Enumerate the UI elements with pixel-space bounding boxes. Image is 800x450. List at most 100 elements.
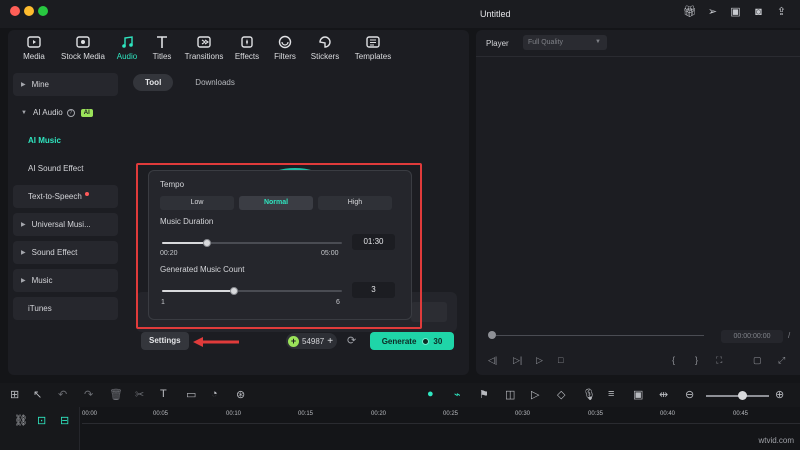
timecode-separator: / (788, 331, 791, 340)
tab-titles[interactable]: Titles (146, 30, 178, 68)
snap-icon[interactable]: ⌁ (454, 388, 461, 401)
delete-icon[interactable]: 🗑︎ (109, 388, 123, 401)
sidebar-item-mine[interactable]: ▶ Mine (13, 73, 118, 96)
tab-effects[interactable]: Effects (230, 30, 264, 68)
tick-label: 00:30 (515, 411, 531, 417)
player-divider (476, 56, 800, 57)
pip-icon[interactable]: ▣ (633, 388, 643, 401)
add-credits-icon[interactable]: + (327, 336, 333, 347)
gift-icon[interactable]: 🎁︎ (683, 6, 697, 19)
step-back-icon[interactable]: ◁| (488, 355, 497, 366)
play-reverse-icon[interactable]: ▷| (513, 355, 522, 366)
sidebar-item-label: Universal Musi... (31, 220, 91, 229)
fit-icon[interactable]: ⛶ (716, 355, 722, 366)
speed-icon[interactable]: ◔ (211, 388, 218, 400)
playback-progress[interactable] (496, 335, 704, 336)
audio-icon (122, 36, 133, 48)
cut-icon[interactable]: ✂ (135, 388, 144, 401)
tab-templates-label: Templates (354, 52, 392, 61)
split-icon[interactable]: ⇹ (659, 388, 668, 401)
select-tool-icon[interactable]: ↖ (33, 388, 42, 401)
chevron-down-icon: ▼ (595, 39, 601, 45)
playhead-handle[interactable] (488, 331, 496, 339)
tab-stickers[interactable]: Stickers (306, 30, 344, 68)
templates-icon (366, 36, 380, 48)
timeline-ruler[interactable] (0, 407, 800, 450)
microphone-icon[interactable]: 🎙︎ (582, 388, 596, 401)
undo-icon[interactable]: ↶ (58, 388, 67, 401)
credits-badge[interactable]: + 54987 + (286, 333, 338, 349)
export-icon[interactable]: ⇪ (775, 6, 788, 19)
timecode: 00:00:00:00 (721, 330, 783, 343)
fullscreen-icon[interactable]: ⤢ (778, 355, 785, 366)
watermark: wtvid.com (758, 436, 794, 445)
tab-audio-label: Audio (116, 52, 138, 61)
pointer-arrow (193, 337, 239, 347)
sidebar-item-ai-audio[interactable]: ▼ AI Audio? AI (13, 101, 118, 124)
tick-label: 00:05 (153, 411, 169, 417)
effects-icon (241, 36, 253, 48)
zoom-in-icon[interactable]: ⊕ (775, 388, 784, 401)
ai-tool-icon[interactable]: ⊛ (236, 388, 245, 401)
tick-label: 00:40 (660, 411, 676, 417)
sidebar-item-sound-effect[interactable]: ▶ Sound Effect (13, 241, 118, 264)
send-icon[interactable]: ➢ (706, 6, 719, 19)
save-icon[interactable]: ▣ (729, 6, 742, 19)
marker-icon[interactable]: ⚑ (479, 388, 489, 401)
stickers-icon (319, 36, 331, 48)
caption-icon[interactable]: ⊟ (60, 414, 69, 427)
tab-templates[interactable]: Templates (348, 30, 398, 68)
tick-label: 00:20 (371, 411, 387, 417)
generate-button[interactable]: Generate 30 (370, 332, 454, 350)
caret-right-icon: ▶ (21, 278, 26, 284)
tab-transitions[interactable]: Transitions (182, 30, 226, 68)
snapshot-icon[interactable]: ▢ (753, 355, 762, 366)
auto-beat-icon[interactable]: ▷ (531, 388, 539, 401)
settings-button[interactable]: Settings (141, 332, 189, 350)
maximize-window-button[interactable] (38, 6, 48, 16)
main-tabs: Media Stock Media Audio Titles Transitio… (8, 30, 469, 68)
sidebar-item-ai-sound-effect[interactable]: AI Sound Effect (13, 157, 118, 180)
close-window-button[interactable] (10, 6, 20, 16)
tab-media[interactable]: Media (14, 30, 54, 68)
sidebar-item-label: iTunes (28, 304, 52, 313)
sidebar-item-ai-music[interactable]: AI Music (13, 129, 118, 152)
audio-sidebar: ▶ Mine ▼ AI Audio? AI AI Music AI Sound Eff… (13, 73, 118, 325)
sidebar-item-universal-music[interactable]: ▶ Universal Musi... (13, 213, 118, 236)
mark-in-icon[interactable]: { (672, 355, 675, 365)
quality-select[interactable]: Full Quality ▼ (523, 35, 607, 50)
voiceover-icon[interactable]: ◫ (505, 388, 515, 401)
tab-titles-label: Titles (152, 52, 172, 61)
tab-media-label: Media (23, 52, 45, 61)
camera-icon[interactable]: ◙ (752, 6, 765, 19)
mark-out-icon[interactable]: } (695, 355, 698, 365)
zoom-out-icon[interactable]: ⊖ (685, 388, 694, 401)
magnet-icon[interactable]: ⊡ (37, 414, 46, 427)
record-icon[interactable]: ● (427, 388, 434, 400)
tab-stock-media[interactable]: Stock Media (58, 30, 108, 68)
tab-audio[interactable]: Audio (112, 30, 142, 68)
shield-icon[interactable]: ◇ (557, 388, 565, 401)
redo-icon[interactable]: ↷ (84, 388, 93, 401)
stop-icon[interactable]: □ (558, 355, 563, 365)
mixer-icon[interactable]: ≡ (608, 388, 614, 400)
minimize-window-button[interactable] (24, 6, 34, 16)
subtab-downloads[interactable]: Downloads (183, 74, 247, 91)
refresh-icon[interactable]: ⟳ (347, 334, 356, 347)
coin-icon (422, 337, 430, 345)
sidebar-item-text-to-speech[interactable]: Text-to-Speech (13, 185, 118, 208)
help-icon[interactable]: ? (66, 108, 75, 117)
tab-filters[interactable]: Filters (268, 30, 302, 68)
crop-icon[interactable]: ▭ (186, 388, 196, 401)
project-title: Untitled (480, 9, 511, 19)
sidebar-item-music[interactable]: ▶ Music (13, 269, 118, 292)
tab-stickers-label: Stickers (310, 52, 340, 61)
layout-icon[interactable]: ⊞ (10, 388, 19, 401)
play-icon[interactable]: ▷ (536, 355, 543, 366)
caret-right-icon: ▶ (21, 222, 26, 228)
zoom-slider-thumb[interactable] (738, 391, 747, 400)
sidebar-item-itunes[interactable]: iTunes (13, 297, 118, 320)
link-icon[interactable]: ⛓ (14, 414, 28, 427)
text-tool-icon[interactable]: T (160, 388, 167, 400)
subtab-tool[interactable]: Tool (133, 74, 174, 91)
